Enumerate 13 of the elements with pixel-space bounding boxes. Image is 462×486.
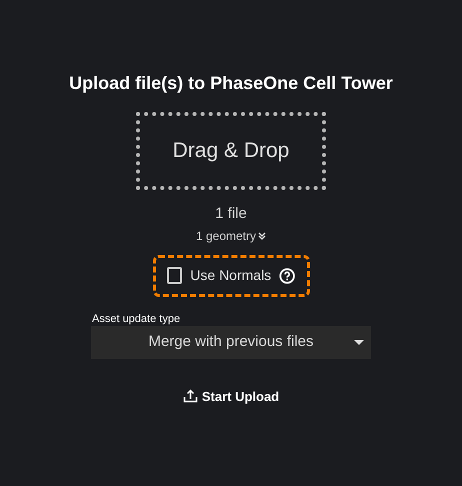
file-count: 1 file bbox=[215, 204, 247, 224]
caret-icon bbox=[354, 340, 364, 344]
field-label: Asset update type bbox=[91, 312, 182, 324]
checkbox[interactable] bbox=[166, 267, 182, 284]
checkbox-label: Use Normals bbox=[190, 266, 272, 285]
start-upload-button[interactable]: Start Upload bbox=[182, 386, 280, 406]
upload-icon bbox=[182, 389, 198, 404]
asset-update-dropdown[interactable]: Merge with previous files bbox=[91, 326, 371, 358]
chevron-down-icon bbox=[258, 232, 266, 240]
geometry-toggle[interactable]: 1 geometry bbox=[196, 226, 266, 244]
help-icon[interactable] bbox=[279, 266, 296, 284]
dialog-title: Upload file(s) to PhaseOne Cell Tower bbox=[69, 72, 393, 94]
drop-zone[interactable]: Drag & Drop bbox=[136, 112, 326, 190]
